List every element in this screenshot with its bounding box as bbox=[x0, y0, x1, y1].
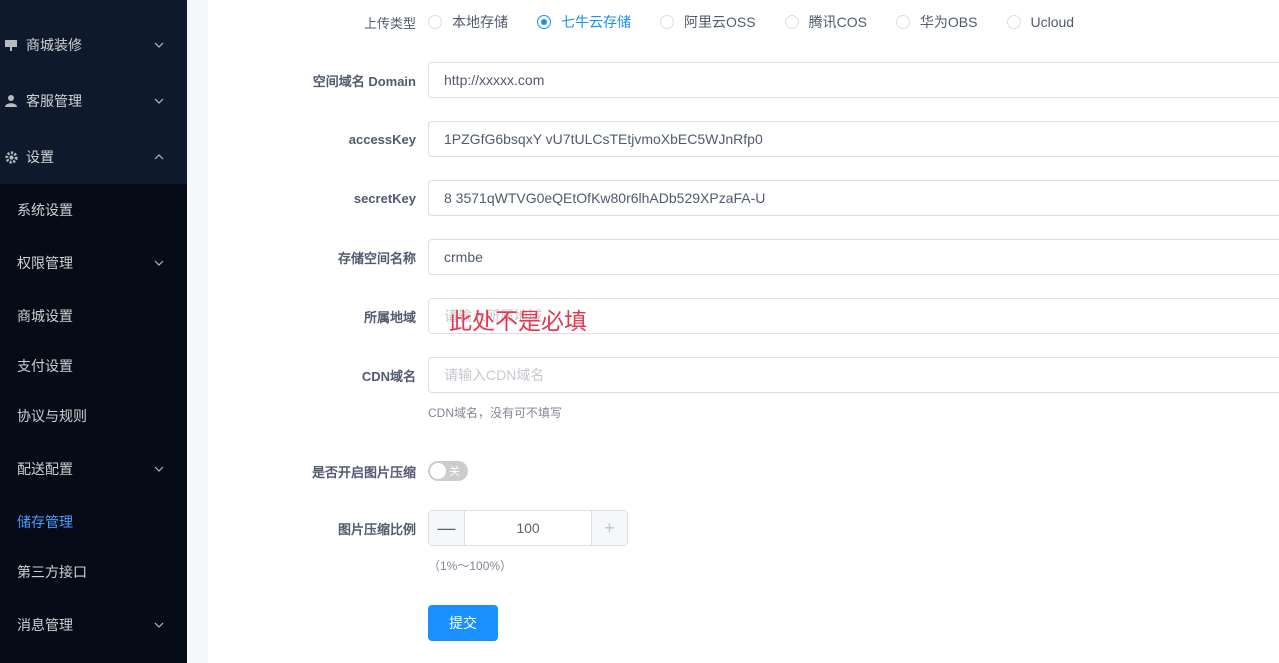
domain-input[interactable]: http://xxxxx.com bbox=[428, 62, 1279, 98]
compress-label: 是否开启图片压缩 bbox=[311, 464, 416, 480]
ratio-stepper[interactable]: — 100 + bbox=[428, 510, 628, 546]
radio-circle-icon bbox=[428, 15, 442, 29]
storage-settings-form: 上传类型 本地存储 七牛云存储 阿里云OSS 腾讯COS 华为OBS Uclou… bbox=[208, 0, 1279, 663]
access-key-row: accessKey 1PZGfG6bsqxY vU7tULCsTEtjvmoXb… bbox=[208, 121, 1279, 157]
radio-tencent-cos[interactable]: 腾讯COS bbox=[784, 12, 867, 32]
sidebar-item-permissions[interactable]: 权限管理 bbox=[0, 238, 187, 288]
access-key-label: accessKey bbox=[348, 131, 416, 147]
sidebar-group-settings[interactable]: 设置 bbox=[0, 129, 187, 185]
chevron-down-icon bbox=[153, 95, 165, 107]
upload-type-row: 上传类型 本地存储 七牛云存储 阿里云OSS 腾讯COS 华为OBS Uclou… bbox=[208, 11, 1279, 33]
region-row: 所属地域 请输入所属地域 bbox=[208, 298, 1279, 334]
sidebar-item-payment-settings[interactable]: 支付设置 bbox=[0, 341, 187, 391]
region-annotation: 此处不是必填 bbox=[449, 308, 587, 334]
plus-button[interactable]: + bbox=[591, 511, 627, 545]
submit-button[interactable]: 提交 bbox=[428, 605, 498, 641]
radio-circle-icon bbox=[895, 15, 910, 29]
secret-key-label: secretKey bbox=[353, 190, 416, 206]
chevron-down-icon bbox=[153, 39, 165, 51]
radio-circle-icon bbox=[784, 15, 799, 29]
sidebar-item-store-settings[interactable]: 商城设置 bbox=[0, 291, 187, 341]
radio-qiniu[interactable]: 七牛云存储 bbox=[537, 12, 631, 32]
ratio-value[interactable]: 100 bbox=[465, 511, 591, 545]
cdn-input[interactable]: 请输入CDN域名 bbox=[428, 357, 1279, 393]
secret-key-row: secretKey 8 3571qWTVG0eQEtOfKw80r6lhADb5… bbox=[208, 180, 1279, 216]
ratio-row: 图片压缩比例 — 100 + bbox=[208, 510, 1279, 546]
sidebar: 商城装修 客服管理 设置 系统设置 权限管理 商城设置 支付设置 协议与规则 配… bbox=[0, 0, 187, 663]
domain-label: 空间域名 Domain bbox=[312, 73, 416, 89]
domain-row: 空间域名 Domain http://xxxxx.com bbox=[208, 62, 1279, 98]
upload-type-radio-group: 本地存储 七牛云存储 阿里云OSS 腾讯COS 华为OBS Ucloud bbox=[428, 12, 1103, 32]
bucket-row: 存储空间名称 crmbe bbox=[208, 239, 1279, 275]
bucket-input[interactable]: crmbe bbox=[428, 239, 1279, 275]
access-key-input[interactable]: 1PZGfG6bsqxY vU7tULCsTEtjvmoXbEC5WJnRfp0 bbox=[428, 121, 1279, 157]
user-icon bbox=[2, 92, 20, 110]
radio-circle-icon bbox=[660, 15, 674, 29]
radio-huawei-obs[interactable]: 华为OBS bbox=[895, 12, 978, 32]
chevron-down-icon bbox=[153, 619, 165, 631]
chevron-down-icon bbox=[153, 257, 165, 269]
region-label: 所属地域 bbox=[363, 309, 416, 325]
chevron-up-icon bbox=[153, 151, 165, 163]
radio-ucloud[interactable]: Ucloud bbox=[1006, 14, 1074, 30]
upload-type-label: 上传类型 bbox=[363, 15, 416, 31]
sidebar-item-system-settings[interactable]: 系统设置 bbox=[0, 185, 187, 235]
compress-row: 是否开启图片压缩 关 bbox=[208, 460, 1279, 482]
cdn-row: CDN域名 请输入CDN域名 bbox=[208, 357, 1279, 393]
cdn-hint: CDN域名，没有可不填写 bbox=[428, 406, 562, 420]
toggle-knob bbox=[430, 463, 446, 479]
radio-checked-icon bbox=[537, 15, 551, 29]
sidebar-item-storage[interactable]: 储存管理 bbox=[0, 497, 187, 547]
sidebar-group-store-decor[interactable]: 商城装修 bbox=[0, 17, 187, 73]
sidebar-item-agreements[interactable]: 协议与规则 bbox=[0, 391, 187, 441]
chevron-down-icon bbox=[153, 463, 165, 475]
sidebar-item-messages[interactable]: 消息管理 bbox=[0, 600, 187, 650]
secret-key-input[interactable]: 8 3571qWTVG0eQEtOfKw80r6lhADb529XPzaFA-U bbox=[428, 180, 1279, 216]
cdn-label: CDN域名 bbox=[361, 368, 416, 384]
store-decor-icon bbox=[2, 36, 20, 54]
radio-local[interactable]: 本地存储 bbox=[428, 12, 508, 32]
sidebar-item-delivery[interactable]: 配送配置 bbox=[0, 444, 187, 494]
ratio-hint: （1%～100%） bbox=[428, 559, 513, 573]
radio-aliyun-oss[interactable]: 阿里云OSS bbox=[660, 12, 756, 32]
sidebar-group-customer-service[interactable]: 客服管理 bbox=[0, 73, 187, 129]
sidebar-item-third-party[interactable]: 第三方接口 bbox=[0, 547, 187, 597]
bucket-label: 存储空间名称 bbox=[337, 250, 416, 266]
compress-toggle[interactable]: 关 bbox=[428, 461, 468, 481]
minus-button[interactable]: — bbox=[429, 511, 465, 545]
gear-icon bbox=[2, 148, 20, 166]
radio-circle-icon bbox=[1006, 15, 1021, 29]
ratio-label: 图片压缩比例 bbox=[337, 521, 416, 537]
